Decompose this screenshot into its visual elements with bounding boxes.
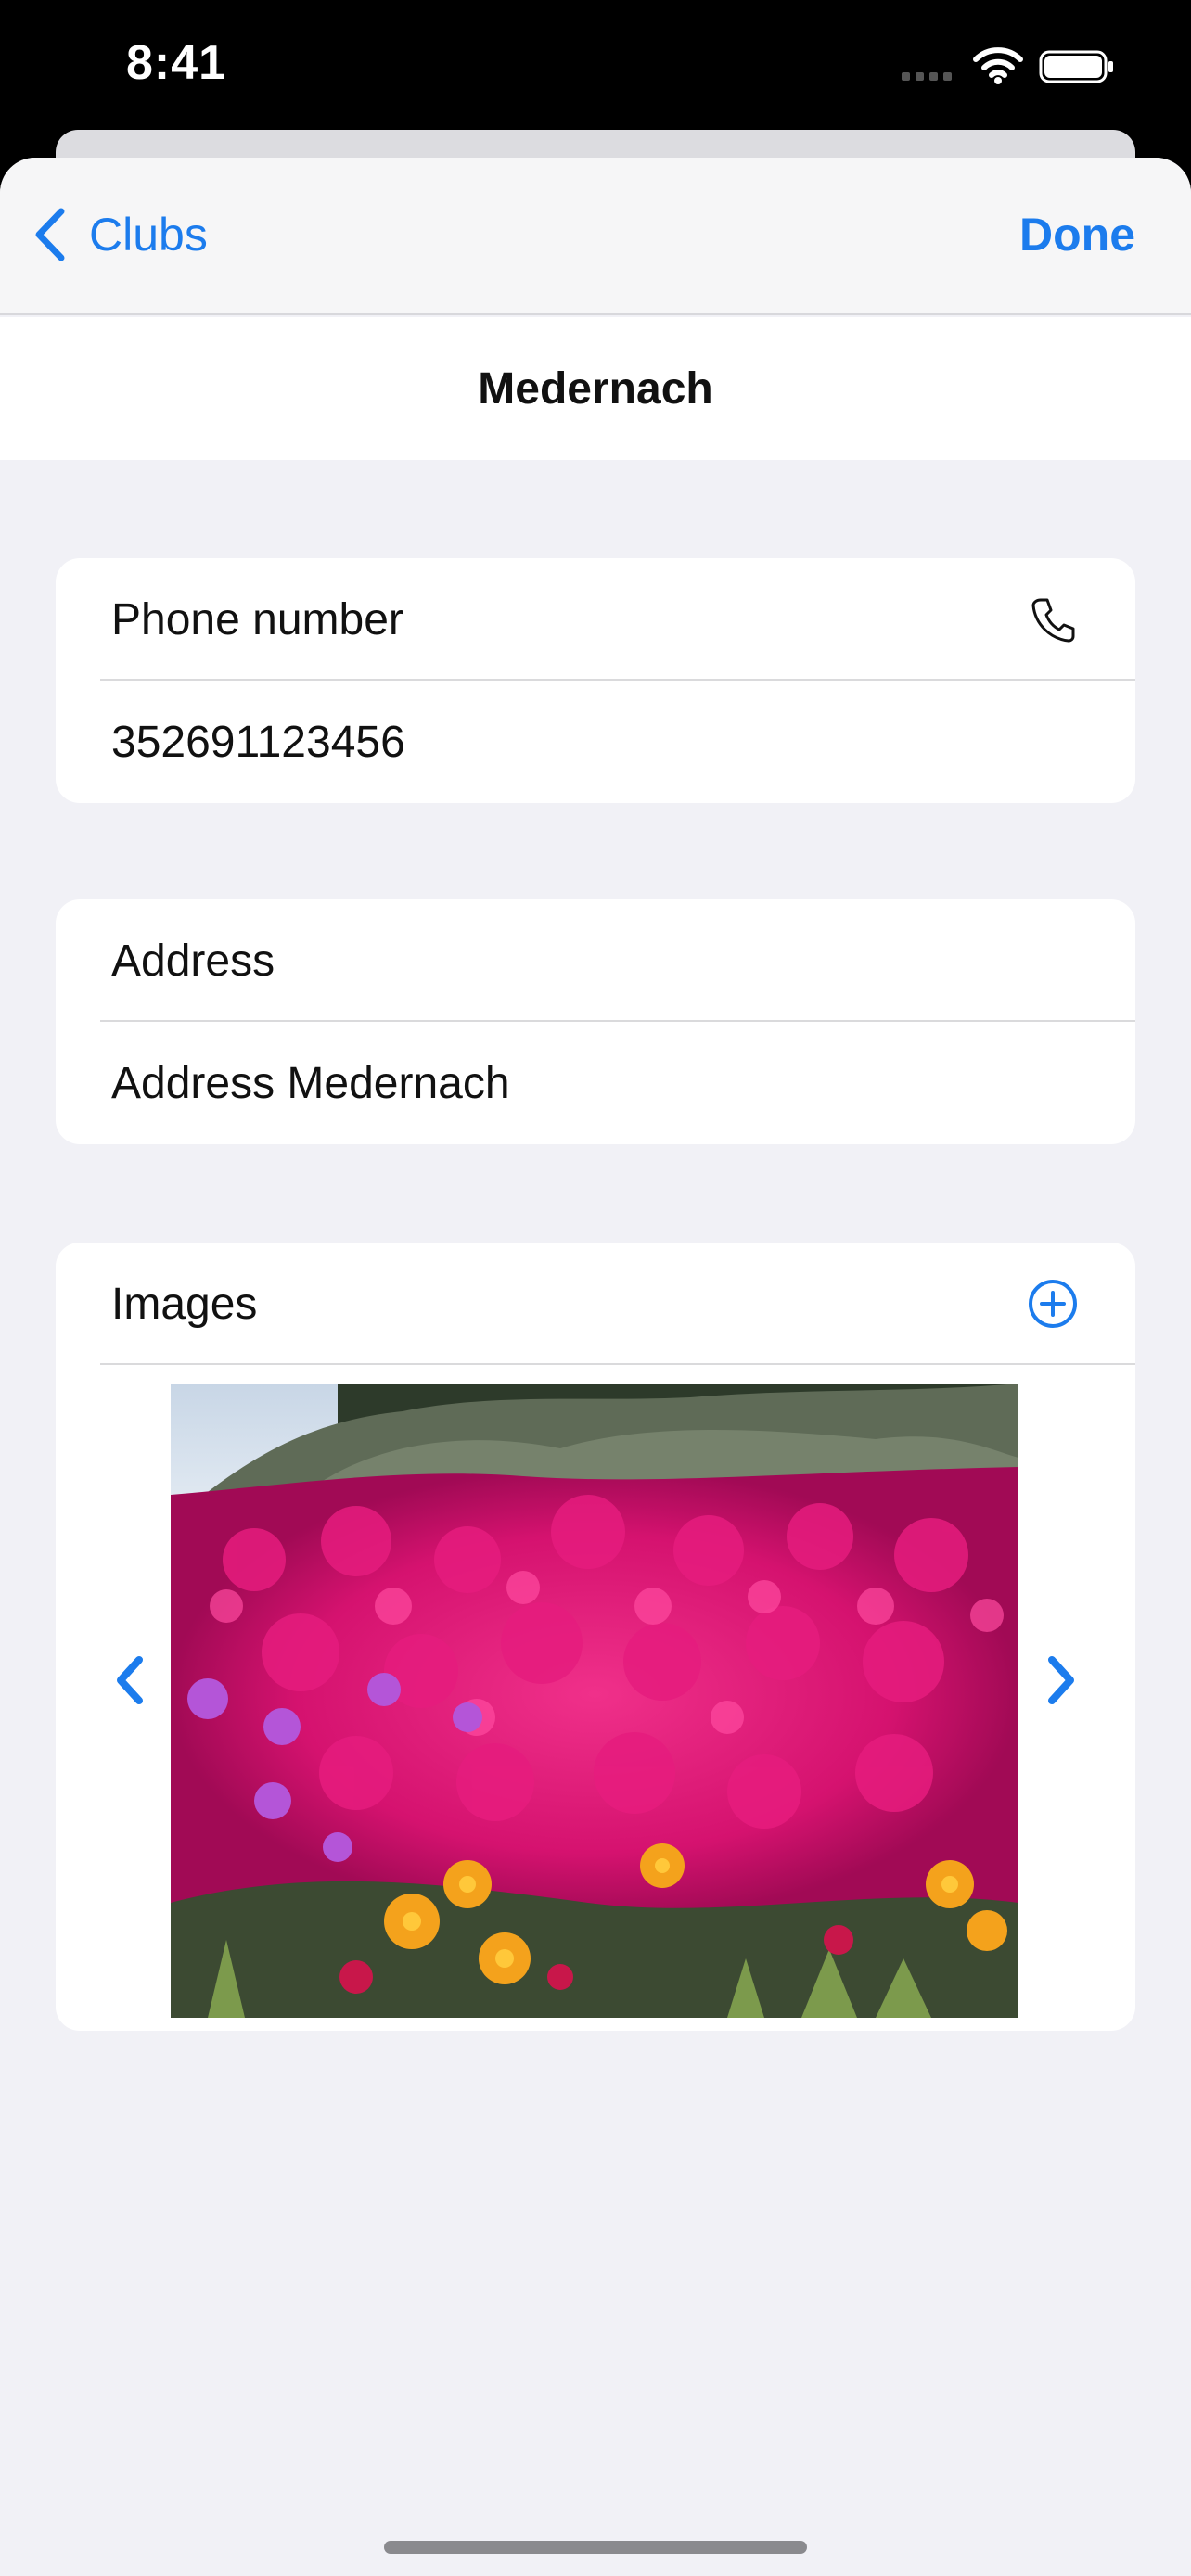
battery-icon	[1039, 50, 1113, 83]
chevron-right-icon[interactable]	[1043, 1652, 1080, 1708]
navigation-bar: Clubs Done	[0, 158, 1191, 315]
image-carousel[interactable]	[56, 1367, 1135, 2031]
images-header-row: Images	[56, 1243, 1135, 1365]
phone-card: Phone number 352691123456	[56, 558, 1135, 803]
chevron-left-icon	[35, 208, 65, 261]
phone-value: 352691123456	[111, 717, 405, 767]
phone-header-row: Phone number	[56, 558, 1135, 681]
phone-value-row[interactable]: 352691123456	[56, 681, 1135, 803]
page-title: Medernach	[478, 363, 713, 414]
back-button-label: Clubs	[89, 209, 208, 261]
done-button[interactable]: Done	[1019, 208, 1135, 261]
detail-sheet: Clubs Done Medernach Phone number 352691…	[0, 158, 1191, 2576]
status-time: 8:41	[126, 36, 227, 90]
cellular-signal-icon	[902, 72, 952, 81]
add-image-icon[interactable]	[1028, 1279, 1078, 1329]
address-label: Address	[111, 936, 275, 986]
phone-icon[interactable]	[1028, 594, 1078, 644]
address-header-row: Address	[56, 899, 1135, 1022]
wifi-icon	[973, 47, 1023, 84]
phone-label: Phone number	[111, 594, 403, 644]
images-label: Images	[111, 1279, 258, 1329]
back-button[interactable]: Clubs	[33, 208, 208, 261]
status-bar: 8:41	[0, 0, 1191, 139]
flower-photo	[171, 1384, 1018, 2018]
address-card: Address Address Medernach	[56, 899, 1135, 1144]
chevron-left-icon[interactable]	[111, 1652, 148, 1708]
home-indicator[interactable]	[384, 2541, 807, 2554]
screen: 8:41 Clubs Done Medernach Phone number 3…	[0, 0, 1191, 2576]
address-value-row[interactable]: Address Medernach	[56, 1022, 1135, 1144]
title-bar: Medernach	[0, 317, 1191, 460]
images-card: Images	[56, 1243, 1135, 2031]
address-value: Address Medernach	[111, 1058, 510, 1108]
